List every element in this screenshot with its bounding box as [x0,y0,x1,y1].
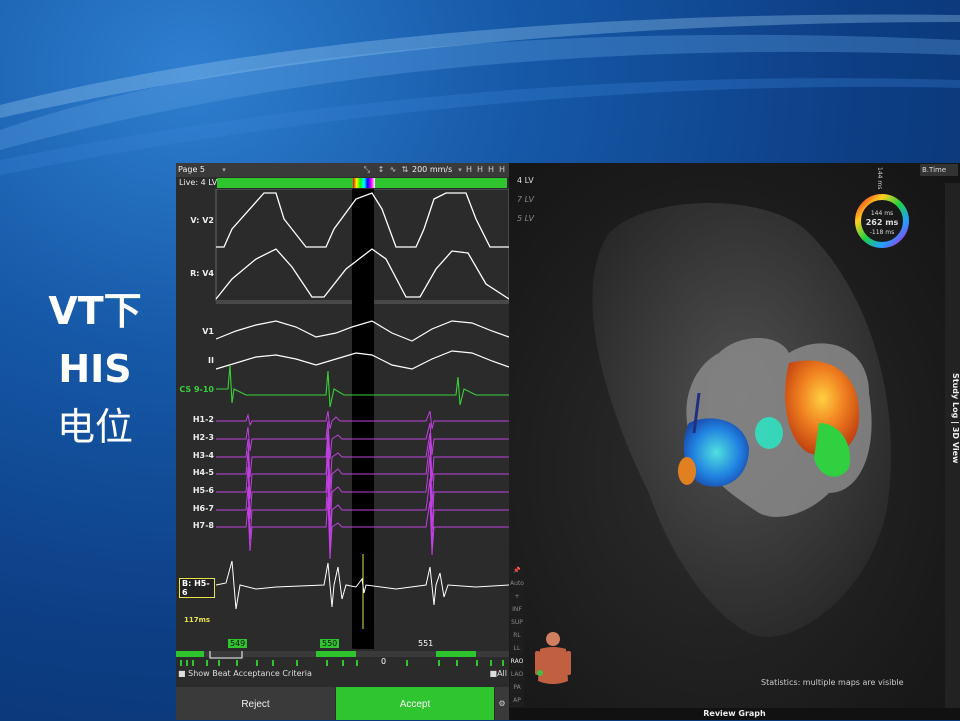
slide-title-line-3: 电位 [56,405,133,449]
map-item-7-lv[interactable]: 7 LV [517,190,534,209]
caliper-tool-icon[interactable]: ↕ [376,164,386,176]
live-map-label: Live: 4 LV [179,178,218,187]
egm-panel: Page 5 ▾ ⤡ ↕ ∿ ⇅ 200 mm/s ▾ H H H H Live… [176,163,509,720]
reject-button[interactable]: Reject [176,687,335,720]
timeline-cursor-marker[interactable]: 0 [381,657,386,666]
zoom-tool-icon[interactable]: ⤡ [362,164,372,176]
view-auto[interactable]: Auto [510,578,524,590]
map-item-5-lv[interactable]: 5 LV [517,209,534,228]
live-window-marker[interactable] [353,178,375,188]
all-checkbox[interactable]: ■All [490,669,507,678]
page-dropdown-chevron-icon[interactable]: ▾ [220,164,228,176]
wave-tool-icon[interactable]: ∿ [388,164,398,176]
beat-551[interactable]: 551 [418,639,433,648]
beat-550[interactable]: 550 [320,639,340,648]
measure-tool-icon[interactable]: ⇅ [400,164,410,176]
all-label: All [497,669,507,678]
slide-title: VT下 HIS 电位 [20,282,170,456]
view-lao[interactable]: LAO [510,669,524,681]
orientation-torso-icon[interactable] [534,631,572,693]
h-tool-2[interactable]: H [475,164,485,176]
statistics-message: Statistics: multiple maps are visible [761,678,904,687]
view-sup[interactable]: SUP [510,617,524,629]
show-beat-acceptance-label: Show Beat Acceptance Criteria [188,669,312,678]
accept-button[interactable]: Accept [336,687,494,720]
heart-3d-model[interactable] [569,193,929,663]
egm-waveforms [215,189,509,649]
view-inf[interactable]: INF [510,604,524,616]
beat-549[interactable]: 549 [228,639,248,648]
view-plus[interactable]: + [510,591,524,603]
egm-toolbar: Page 5 ▾ ⤡ ↕ ∿ ⇅ 200 mm/s ▾ H H H H [176,163,509,177]
study-log-3d-view-tab[interactable]: Study Log | 3D View [948,373,960,503]
slide-title-line-2: HIS [58,347,132,391]
egm-traces-area: V: V2 R: V4 V1 II CS 9-10 H1-2 H2-3 H3-4… [176,189,509,649]
view-pa[interactable]: PA [510,682,524,694]
h-tool-4[interactable]: H [497,164,507,176]
slide-title-line-1: VT下 [48,289,142,333]
3d-map-view[interactable]: 4 LV 7 LV 5 LV B.Time 144 ms 144 ms 262 … [509,163,960,720]
map-mode-select[interactable]: B.Time [920,164,958,176]
view-orientation-toolbar: 📌 Auto + INF SUP RL LL RAO LAO PA AP [510,565,524,708]
review-graph-tab[interactable]: Review Graph [509,708,960,720]
live-acquisition-bar[interactable] [217,178,507,188]
show-beat-acceptance-checkbox[interactable]: ■ Show Beat Acceptance Criteria [178,669,312,678]
tool-pin-icon[interactable]: 📌 [510,565,524,577]
ring-vertical-label: 144 ms [876,167,883,190]
map-list: 4 LV 7 LV 5 LV [517,171,534,228]
mapping-software-window: Page 5 ▾ ⤡ ↕ ∿ ⇅ 200 mm/s ▾ H H H H Live… [176,163,960,720]
options-gear-icon[interactable]: ⚙ [495,687,509,720]
speed-dropdown-chevron-icon[interactable]: ▾ [456,164,464,176]
beat-timeline-track[interactable] [176,651,509,671]
view-rao[interactable]: RAO [510,656,524,668]
h-tool-3[interactable]: H [486,164,496,176]
live-row: Live: 4 LV [176,177,509,189]
beat-timeline[interactable]: 549 550 551 0 [176,639,509,669]
view-ap[interactable]: AP [510,695,524,707]
sweep-speed-select[interactable]: 200 mm/s [412,164,460,176]
map-item-4-lv[interactable]: 4 LV [517,171,534,190]
view-ll[interactable]: LL [510,643,524,655]
h-tool-1[interactable]: H [464,164,474,176]
view-rl[interactable]: RL [510,630,524,642]
